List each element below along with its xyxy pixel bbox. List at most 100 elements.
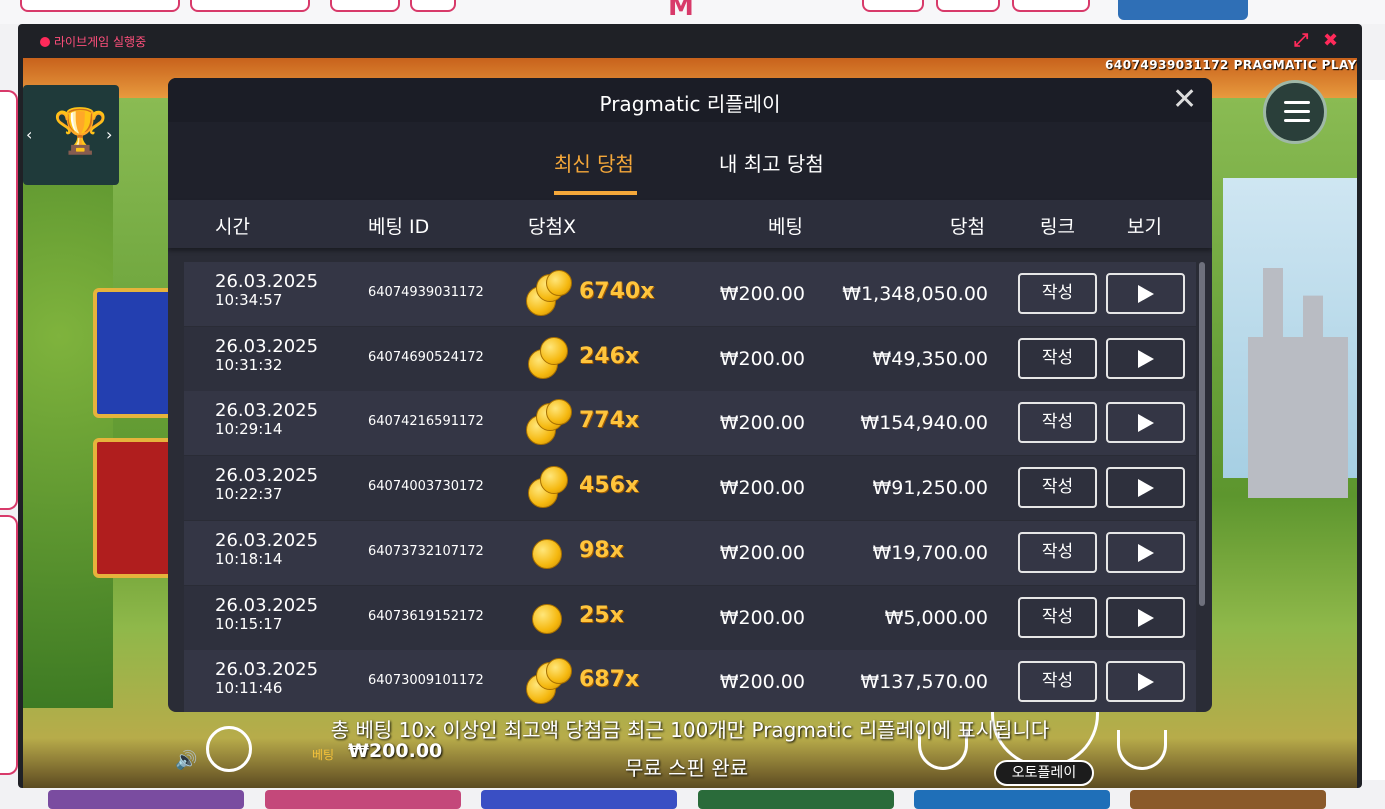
menu-button[interactable] [1263, 80, 1327, 144]
game-thumbnail[interactable] [48, 790, 244, 809]
tab-latest-wins[interactable]: 최신 당첨 [554, 148, 634, 177]
row-time: 10:29:14 [215, 420, 283, 439]
header-button[interactable] [190, 0, 310, 12]
live-status-text: 라이브게임 실행중 [54, 35, 147, 49]
close-window-icon[interactable]: ✖ [1323, 30, 1338, 51]
close-icon[interactable]: ✕ [1172, 82, 1197, 117]
menu-icon-line [1284, 119, 1310, 122]
row-bet-id: 64073732107172 [368, 543, 484, 559]
create-link-button[interactable]: 작성 [1018, 273, 1097, 314]
row-multiplier: 6740x [579, 279, 655, 304]
row-date: 26.03.2025 [215, 400, 319, 422]
header-button[interactable] [410, 0, 456, 12]
row-bet-id: 64073619152172 [368, 608, 484, 624]
coin-stack-icon [524, 464, 574, 512]
tab-my-best-wins[interactable]: 내 최고 당첨 [719, 148, 824, 177]
site-header: M [0, 0, 1385, 24]
header-button[interactable] [1012, 0, 1090, 12]
replay-modal: Pragmatic 리플레이 ✕ 최신 당첨 내 최고 당첨 시간 베팅 ID … [168, 78, 1212, 712]
autoplay-button[interactable]: 오토플레이 [994, 760, 1094, 786]
coin-icon [540, 336, 568, 365]
coin-stack-icon [524, 399, 574, 447]
row-bet-id: 64074216591172 [368, 414, 484, 430]
view-replay-button[interactable] [1106, 402, 1185, 444]
create-link-button[interactable]: 작성 [1018, 661, 1097, 703]
row-win-amount: ₩91,250.00 [872, 477, 988, 500]
tournament-widget[interactable]: ‹ 🏆 › [23, 85, 119, 185]
row-bet-id: 64074939031172 [368, 285, 484, 300]
row-bet-amount: ₩200.00 [719, 541, 805, 564]
game-thumbnail[interactable] [1130, 790, 1326, 809]
row-bet-amount: ₩200.00 [719, 347, 805, 370]
view-replay-button[interactable] [1106, 531, 1185, 573]
coin-stack-icon [524, 335, 574, 383]
expand-icon[interactable]: ⤢ [1294, 30, 1308, 51]
create-link-button[interactable]: 작성 [1018, 402, 1097, 444]
active-tab-indicator [554, 191, 637, 195]
column-header-multiplier: 당첨X [528, 216, 576, 238]
table-row: 26.03.2025 10:34:57 64074939031172 6740x ₩20… [184, 262, 1196, 326]
bet-value: ₩200.00 [348, 740, 443, 762]
row-date: 26.03.2025 [215, 659, 319, 681]
menu-icon [1284, 101, 1310, 104]
tab-bar [168, 122, 1212, 200]
header-button[interactable] [936, 0, 1000, 12]
row-multiplier: 98x [579, 537, 624, 563]
game-thumbnail[interactable] [265, 790, 461, 809]
coin-stack-icon [524, 658, 574, 706]
column-header-bet-id: 베팅 ID [368, 216, 430, 238]
table-header: 시간 베팅 ID 당첨X 베팅 당첨 링크 보기 [168, 200, 1212, 248]
coin-stack-icon [524, 529, 574, 577]
create-link-button[interactable]: 작성 [1018, 467, 1097, 509]
play-icon [1138, 414, 1154, 433]
row-win-amount: ₩19,700.00 [872, 541, 988, 564]
row-bet-amount: ₩200.00 [719, 283, 805, 305]
play-icon [1138, 608, 1154, 627]
row-time: 10:15:17 [215, 614, 283, 633]
row-date: 26.03.2025 [215, 335, 319, 357]
table-row: 26.03.2025 10:15:17 64073619152172 25x ₩200.… [184, 585, 1196, 650]
table-row: 26.03.2025 10:18:14 64073732107172 98x ₩200.… [184, 520, 1196, 585]
live-dot-icon [40, 36, 50, 47]
bet-label: 베팅 [312, 748, 335, 762]
row-win-amount: ₩154,940.00 [860, 412, 988, 435]
chevron-left-icon[interactable]: ‹ [26, 125, 32, 144]
coin-icon [532, 538, 562, 569]
create-link-button[interactable]: 작성 [1018, 337, 1097, 379]
chevron-right-icon[interactable]: › [106, 125, 112, 144]
table-row: 26.03.2025 10:29:14 64074216591172 774x ₩200… [184, 391, 1196, 456]
create-link-button[interactable]: 작성 [1018, 531, 1097, 573]
row-bet-amount: ₩200.00 [719, 477, 805, 500]
create-link-button[interactable]: 작성 [1018, 596, 1097, 638]
trophy-icon: 🏆 [53, 106, 108, 157]
game-thumbnail[interactable] [698, 790, 894, 809]
header-button[interactable] [20, 0, 180, 12]
view-replay-button[interactable] [1106, 273, 1185, 314]
row-win-amount: ₩49,350.00 [872, 347, 988, 370]
header-button[interactable] [330, 0, 400, 12]
row-multiplier: 774x [579, 408, 640, 434]
table-row: 26.03.2025 10:11:46 64073009101172 687x ₩200… [184, 650, 1196, 712]
menu-icon-line [1284, 110, 1310, 113]
speaker-icon[interactable]: 🔊 [175, 750, 197, 771]
column-header-bet: 베팅 [768, 216, 803, 238]
view-replay-button[interactable] [1106, 467, 1185, 509]
live-status: 라이브게임 실행중 [40, 33, 146, 50]
column-header-time: 시간 [215, 216, 250, 238]
row-win-amount: ₩1,348,050.00 [842, 283, 988, 305]
scrollbar[interactable] [1199, 262, 1205, 606]
header-button[interactable] [862, 0, 924, 12]
game-thumbnail[interactable] [914, 790, 1110, 809]
header-primary-button[interactable] [1118, 0, 1248, 20]
game-id-label: 64074939031172 PRAGMATIC PLAY [1105, 58, 1357, 72]
row-bet-id: 64074003730172 [368, 479, 484, 495]
view-replay-button[interactable] [1106, 596, 1185, 638]
row-bet-id: 64073009101172 [368, 673, 484, 689]
game-thumbnail[interactable] [481, 790, 677, 809]
view-replay-button[interactable] [1106, 661, 1185, 703]
row-time: 10:11:46 [215, 679, 283, 698]
row-bet-amount: ₩200.00 [719, 606, 805, 629]
table-row: 26.03.2025 10:31:32 64074690524172 246x ₩200… [184, 326, 1196, 391]
site-logo: M [668, 0, 694, 22]
view-replay-button[interactable] [1106, 337, 1185, 379]
